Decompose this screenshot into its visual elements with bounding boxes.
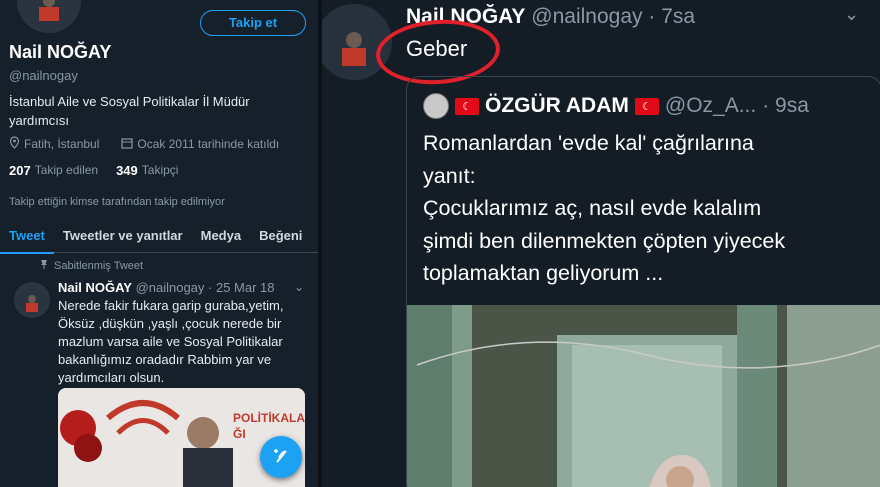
reply-time[interactable]: · 7sa xyxy=(648,5,695,28)
quoted-line: Romanlardan 'evde kal' çağrılarına xyxy=(423,131,754,155)
reply-tweet-panel: Nail NOĞAY @nailnogay · 7sa ⌄ Geber ☾ ÖZ… xyxy=(322,0,880,487)
tab-tweets-and-replies[interactable]: Tweetler ve yanıtlar xyxy=(54,222,192,252)
turkey-flag-icon: ☾ xyxy=(634,97,659,115)
compose-tweet-button[interactable] xyxy=(260,436,302,478)
profile-avatar[interactable] xyxy=(14,0,84,36)
profile-name: Nail NOĞAY xyxy=(9,42,112,62)
pinned-label: Sabitlenmiş Tweet xyxy=(54,259,144,272)
quoted-header: ☾ ÖZGÜR ADAM ☾ @Oz_A... · 9sa xyxy=(423,93,809,119)
quoted-line: toplamaktan geliyorum ... xyxy=(423,261,664,285)
tab-likes[interactable]: Beğeni xyxy=(250,222,311,252)
tweet-author-handle: @nailnogay xyxy=(135,280,205,295)
pinned-indicator: Sabitlenmiş Tweet xyxy=(40,259,143,272)
quoted-line: yanıt: xyxy=(423,163,476,188)
quoted-line: şimdi ben dilenmekten çöpten yiyecek xyxy=(423,228,786,253)
tweet-author-name[interactable]: Nail NOĞAY xyxy=(58,280,132,295)
tweet-text: Nerede fakir fukara garip guraba,yetim, … xyxy=(58,298,284,385)
chevron-down-icon[interactable]: ⌄ xyxy=(294,280,304,294)
tab-tweet[interactable]: Tweet xyxy=(0,222,54,254)
turkey-flag-icon: ☾ xyxy=(455,97,479,115)
tweet-date[interactable]: · 25 Mar 18 xyxy=(208,280,274,295)
follow-button[interactable]: Takip et xyxy=(200,10,306,36)
quoted-photo[interactable] xyxy=(407,305,880,487)
image-text-gi: ĞI xyxy=(233,426,246,441)
following-count[interactable]: 207 xyxy=(9,163,31,178)
profile-meta: Fatih, İstanbul Ocak 2011 tarihinde katı… xyxy=(9,136,279,152)
quoted-time: · 9sa xyxy=(762,94,809,117)
tweet-avatar[interactable] xyxy=(14,282,50,318)
profile-joined: Ocak 2011 tarihinde katıldı xyxy=(137,137,280,151)
quoted-author-handle: @Oz_A... xyxy=(664,94,757,117)
not-followed-note: Takip ettiğin kimse tarafından takip edi… xyxy=(9,196,225,208)
profile-handle: @nailnogay xyxy=(9,68,78,83)
image-text-politikalar: POLİTİKALAR xyxy=(233,410,305,425)
profile-panel: Takip et Nail NOĞAY @nailnogay İstanbul … xyxy=(0,0,318,487)
calendar-icon xyxy=(121,137,133,152)
followers-label[interactable]: Takipçi xyxy=(142,163,179,178)
profile-location: Fatih, İstanbul xyxy=(24,137,100,151)
profile-tabs: Tweet Tweetler ve yanıtlar Medya Beğeni xyxy=(0,222,318,254)
chevron-down-icon[interactable]: ⌄ xyxy=(844,4,859,25)
location-icon xyxy=(9,136,20,152)
pin-icon xyxy=(40,259,48,272)
quoted-author-avatar xyxy=(423,93,449,119)
tweet-header: Nail NOĞAY @nailnogay · 25 Mar 18 xyxy=(58,280,275,295)
followers-count[interactable]: 349 xyxy=(116,163,138,178)
profile-counts: 207 Takip edilen 349 Takipçi xyxy=(9,163,178,178)
profile-bio: İstanbul Aile ve Sosyal Politikalar İl M… xyxy=(9,94,250,128)
quoted-text: Romanlardan 'evde kal' çağrılarına yanıt… xyxy=(423,127,863,290)
quoted-author-name: ÖZGÜR ADAM xyxy=(485,94,629,117)
tab-media[interactable]: Medya xyxy=(192,222,250,252)
following-label[interactable]: Takip edilen xyxy=(35,163,98,178)
quoted-line: Çocuklarımız aç, nasıl evde kalalım xyxy=(423,196,762,220)
reply-author-handle: @nailnogay xyxy=(531,5,643,28)
feather-plus-icon xyxy=(274,449,287,463)
quoted-tweet[interactable]: ☾ ÖZGÜR ADAM ☾ @Oz_A... · 9sa Romanlarda… xyxy=(406,76,880,487)
